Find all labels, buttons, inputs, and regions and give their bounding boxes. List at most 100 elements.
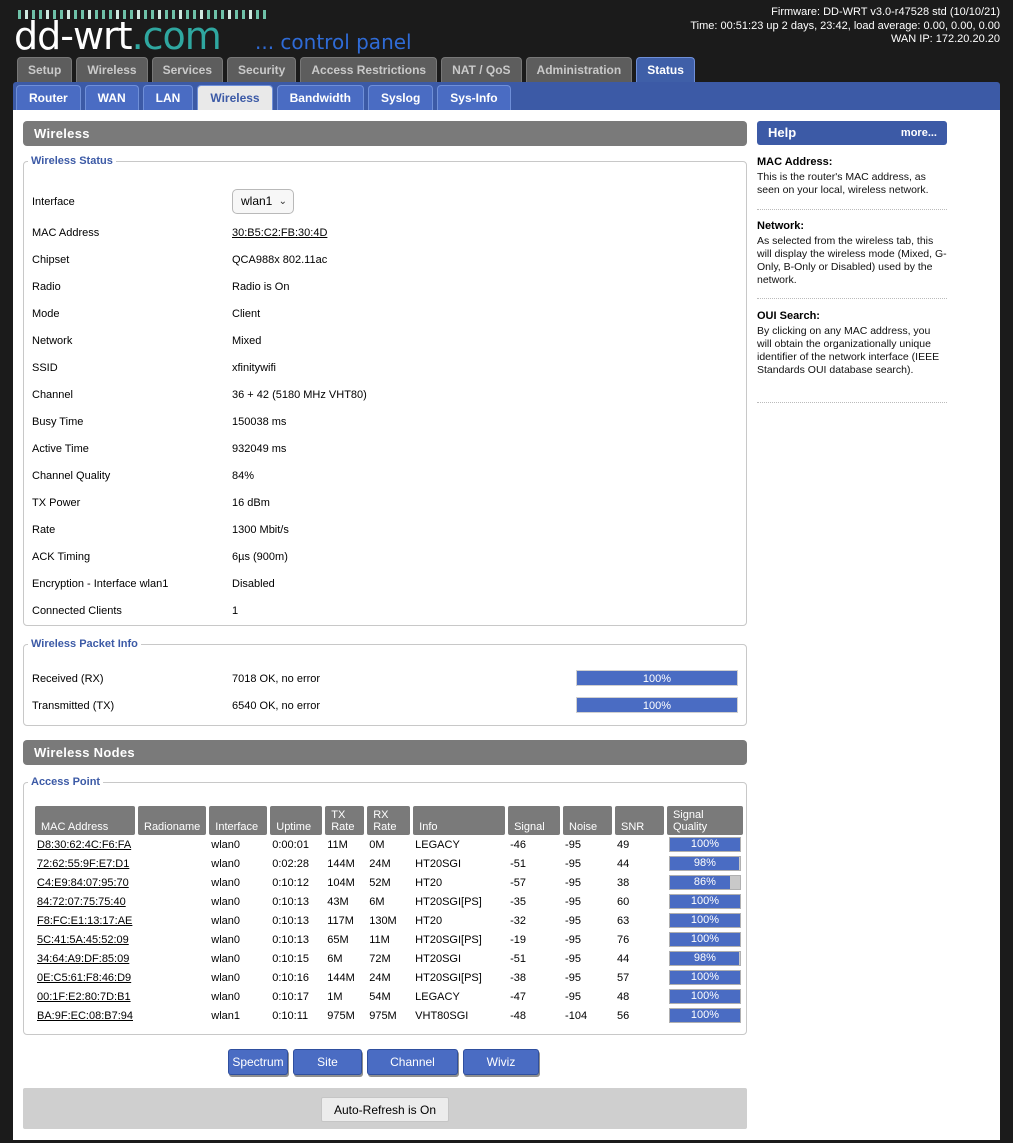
subtab-router[interactable]: Router	[16, 85, 81, 110]
row-value: 16 dBm	[232, 497, 270, 509]
tab-wireless[interactable]: Wireless	[76, 57, 148, 82]
firmware-text: Firmware: DD-WRT v3.0-r47528 std (10/10/…	[771, 6, 1000, 18]
cell-snr: 44	[617, 857, 630, 870]
subtab-bandwidth[interactable]: Bandwidth	[276, 85, 364, 110]
node-mac-link[interactable]: F8:FC:E1:13:17:AE	[35, 911, 135, 930]
info-row-active-time: Active Time 932049 ms	[32, 443, 738, 457]
cell-noise: -95	[565, 971, 581, 984]
mac-address-link[interactable]: 30:B5:C2:FB:30:4D	[232, 227, 327, 239]
system-info: Firmware: DD-WRT v3.0-r47528 std (10/10/…	[690, 6, 1000, 47]
col-noise[interactable]: Noise	[563, 806, 612, 835]
ddwrt-logo[interactable]: dd-wrt.com	[14, 16, 222, 56]
subtab-wireless[interactable]: Wireless	[197, 85, 273, 110]
cell-info: HT20SGI[PS]	[415, 971, 482, 984]
node-mac-link[interactable]: C4:E9:84:07:95:70	[35, 873, 135, 892]
cell-signal: -35	[510, 895, 526, 908]
info-row-tx-power: TX Power 16 dBm	[32, 497, 738, 511]
signal-quality-text: 98%	[693, 857, 716, 869]
cell-tx: 975M	[327, 1009, 355, 1022]
cell-rx: 11M	[369, 933, 390, 946]
interface-select[interactable]: wlan1 ⌄	[232, 189, 294, 214]
tab-nat-qos[interactable]: NAT / QoS	[441, 57, 522, 82]
row-label: Encryption - Interface wlan1	[32, 578, 169, 590]
help-more-link[interactable]: more...	[901, 121, 937, 145]
help-item-title: OUI Search:	[757, 310, 820, 322]
info-row-network: Network Mixed	[32, 335, 738, 349]
nodes-table-body: D8:30:62:4C:F6:FA wlan0 0:00:01 11M 0M LEGACY…	[35, 835, 743, 1025]
cell-signal: -57	[510, 876, 526, 889]
cell-noise: -95	[565, 857, 581, 870]
node-mac-link[interactable]: 84:72:07:75:75:40	[35, 892, 135, 911]
cell-noise: -104	[565, 1009, 588, 1022]
cell-tx: 144M	[327, 971, 355, 984]
col-rx-rate[interactable]: RX Rate	[367, 806, 411, 835]
cell-rx: 0M	[369, 838, 385, 851]
info-row-radio: Radio Radio is On	[32, 281, 738, 295]
tab-security[interactable]: Security	[227, 57, 297, 82]
cell-tx: 43M	[327, 895, 349, 908]
node-mac-link[interactable]: 34:64:A9:DF:85:09	[35, 949, 135, 968]
uptime-text: Time: 00:51:23 up 2 days, 23:42, load av…	[690, 19, 1000, 32]
col-signal[interactable]: Signal	[508, 806, 561, 835]
col-mac-address[interactable]: MAC Address	[35, 806, 135, 835]
cell-signal: -51	[510, 857, 526, 870]
help-item-title: MAC Address:	[757, 156, 833, 168]
subtab-wan[interactable]: WAN	[84, 85, 139, 110]
wireless-section-title: Wireless	[23, 121, 747, 146]
tab-services[interactable]: Services	[151, 57, 223, 82]
signal-quality-bar: 100%	[668, 1008, 741, 1023]
tab-access-restrictions[interactable]: Access Restrictions	[300, 57, 438, 82]
subtab-lan[interactable]: LAN	[142, 85, 194, 110]
tagline: ... control panel	[255, 30, 412, 54]
row-label: Busy Time	[32, 416, 84, 428]
col-tx-rate[interactable]: TX Rate	[325, 806, 365, 835]
row-value: Mixed	[232, 335, 262, 347]
node-mac-link[interactable]: D8:30:62:4C:F6:FA	[35, 835, 135, 854]
signal-quality-text: 100%	[690, 971, 719, 983]
signal-quality-bar: 100%	[668, 837, 741, 852]
cell-signal: -38	[510, 971, 526, 984]
tab-status[interactable]: Status	[636, 57, 695, 82]
signal-quality-text: 100%	[690, 895, 719, 907]
site-survey-button[interactable]: Site Survey	[293, 1049, 362, 1093]
cell-signal-quality: 100%	[667, 892, 743, 911]
help-item-text: By clicking on any MAC address, you will…	[757, 325, 940, 376]
info-row-rate: Rate 1300 Mbit/s	[32, 524, 738, 538]
channel-survey-button[interactable]: Channel Survey	[367, 1049, 458, 1093]
col-snr[interactable]: SNR	[615, 806, 664, 835]
col-signal-quality[interactable]: Signal Quality	[666, 806, 743, 835]
cell-iface: wlan0	[211, 857, 241, 870]
tab-setup[interactable]: Setup	[17, 57, 73, 82]
sub-tabs: Router WAN LAN Wireless Bandwidth Syslog…	[16, 85, 511, 110]
row-label: Mode	[32, 308, 60, 320]
row-label: Network	[32, 335, 73, 347]
row-value: 150038 ms	[232, 416, 287, 428]
row-value: Radio is On	[232, 281, 290, 293]
col-uptime[interactable]: Uptime	[270, 806, 323, 835]
node-mac-link[interactable]: 5C:41:5A:45:52:09	[35, 930, 135, 949]
node-mac-link[interactable]: 00:1F:E2:80:7D:B1	[35, 987, 135, 1006]
col-info[interactable]: Info	[413, 806, 506, 835]
auto-refresh-button[interactable]: Auto-Refresh is On	[321, 1097, 449, 1122]
wiviz-survey-button[interactable]: Wiviz Survey	[463, 1049, 539, 1093]
packet-info-legend: Wireless Packet Info	[31, 638, 138, 650]
access-point-box: Access Point MAC Address Radioname Inter…	[23, 776, 747, 1035]
row-value: 6µs (900m)	[232, 551, 288, 563]
node-mac-link[interactable]: 72:62:55:9F:E7:D1	[35, 854, 135, 873]
cell-iface: wlan0	[211, 933, 241, 946]
col-radioname[interactable]: Radioname	[138, 806, 207, 835]
node-mac-link[interactable]: 0E:C5:61:F8:46:D9	[35, 968, 135, 987]
cell-iface: wlan0	[211, 876, 241, 889]
node-mac-link[interactable]: BA:9F:EC:08:B7:94	[35, 1006, 135, 1025]
cell-radioname	[138, 949, 206, 968]
info-row-ssid: SSID xfinitywifi	[32, 362, 738, 376]
cell-radioname	[138, 892, 206, 911]
tab-administration[interactable]: Administration	[525, 57, 633, 82]
col-interface[interactable]: Interface	[209, 806, 268, 835]
spectrum-button[interactable]: Spectrum	[228, 1049, 288, 1075]
subtab-sys-info[interactable]: Sys-Info	[437, 85, 511, 110]
subtab-syslog[interactable]: Syslog	[367, 85, 434, 110]
tx-value: 6540 OK, no error	[232, 700, 321, 712]
wan-ip-text: WAN IP: 172.20.20.20	[890, 33, 1000, 45]
cell-uptime: 0:10:13	[272, 914, 309, 927]
